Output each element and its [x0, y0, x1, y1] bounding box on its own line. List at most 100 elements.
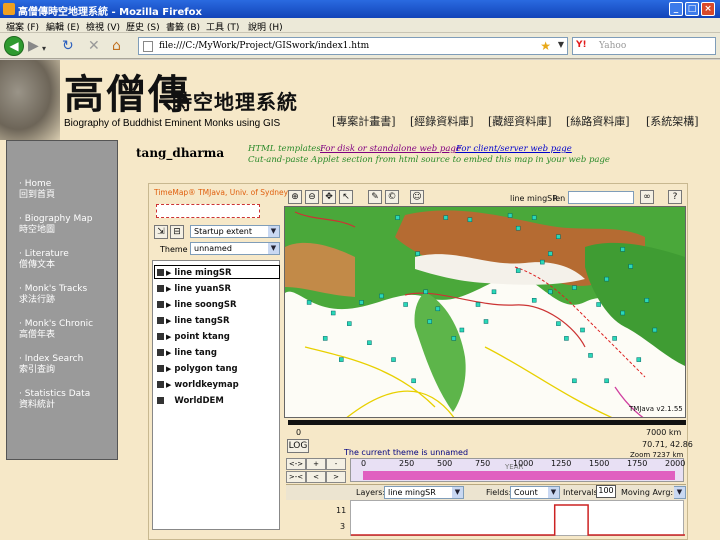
reset-icon[interactable]: ☺ — [410, 190, 424, 204]
menu-file[interactable]: 檔案 (F) — [6, 20, 39, 33]
sidebar-item-tracks[interactable]: · Monk's Tracks 求法行跡 — [19, 284, 87, 306]
pan-icon[interactable]: ✥ — [322, 190, 336, 204]
timeline-tick: 2000 — [665, 459, 686, 468]
bookmark-star-icon[interactable]: ★ — [540, 39, 551, 53]
layer-item[interactable]: ▶ worldkeymap — [157, 380, 239, 390]
menu-view[interactable]: 檢視 (V) — [86, 20, 120, 33]
site-point — [391, 357, 396, 362]
link-client-template[interactable]: For client/server web page — [456, 144, 572, 154]
site-point — [531, 215, 537, 220]
timeline-zoomin-button[interactable]: + — [306, 458, 326, 470]
layer-item[interactable]: ▶ line yuanSR — [157, 284, 231, 294]
site-point — [395, 215, 400, 220]
extent-select[interactable]: Startup extent ▼ — [190, 225, 280, 238]
yahoo-icon[interactable]: Y! — [576, 40, 587, 50]
query-icon[interactable]: ✎ — [368, 190, 382, 204]
sidebar-item-chronic[interactable]: · Monk's Chronic 高僧年表 — [19, 319, 93, 341]
url-dropdown-icon[interactable]: ▼ — [558, 40, 564, 49]
back-button[interactable]: ◀ — [4, 36, 24, 56]
site-point — [339, 357, 344, 362]
site-point — [435, 306, 441, 312]
site-point — [572, 378, 577, 384]
site-point — [604, 378, 609, 384]
zoom-out-icon[interactable]: ⊖ — [305, 190, 319, 204]
binoculars-icon[interactable]: ∞ — [640, 190, 654, 204]
home-button[interactable]: ⌂ — [112, 38, 121, 54]
site-subtitle: Biography of Buddhist Eminent Monks usin… — [64, 118, 281, 129]
extent-icon[interactable]: ⇲ — [154, 225, 168, 239]
history-dropdown-icon[interactable]: ▾ — [42, 41, 46, 57]
nav-catalog[interactable]: [經錄資料庫] — [410, 113, 474, 129]
intervals-input[interactable]: 100 — [596, 485, 616, 498]
site-point — [483, 319, 489, 324]
site-point — [556, 234, 561, 239]
menu-help[interactable]: 說明 (H) — [248, 20, 283, 33]
map-view[interactable]: TMJava v2.1.55 — [284, 206, 686, 418]
timeline-zoomout-button[interactable]: - — [326, 458, 346, 470]
help-icon[interactable]: ? — [668, 190, 682, 204]
menu-bookmarks[interactable]: 書籤 (B) — [166, 20, 200, 33]
site-point — [322, 336, 328, 341]
layer-item[interactable]: ▶WorldDEM — [157, 396, 224, 406]
sidebar-item-map[interactable]: · Biography Map 時空地圖 — [19, 214, 92, 236]
layer-panel: ▶ line mingSR ▶ line yuanSR ▶ line soongSR … — [152, 260, 280, 530]
site-point — [459, 327, 465, 333]
maximize-button[interactable]: □ — [685, 2, 699, 16]
layer-item[interactable]: ▶ line mingSR — [157, 268, 232, 278]
timeline-tick: 1000 — [513, 459, 534, 468]
layer-item[interactable]: ▶ line tang — [157, 348, 217, 358]
site-point — [531, 298, 537, 303]
url-bar[interactable]: file:///C:/MyWork/Project/GISwork/index1… — [138, 37, 568, 55]
timeline-tick: 750 — [475, 459, 491, 468]
timeline-range[interactable] — [363, 471, 675, 480]
sidebar-item-home[interactable]: · Home 回到首頁 — [19, 179, 55, 201]
theme-select[interactable]: unnamed ▼ — [190, 242, 280, 255]
site-point — [636, 357, 642, 362]
nav-project[interactable]: [專案計畫書] — [332, 113, 396, 129]
extent-set-icon[interactable]: ⊟ — [170, 225, 184, 239]
nav-canon[interactable]: [藏經資料庫] — [488, 113, 552, 129]
url-text: file:///C:/MyWork/Project/GISwork/index1… — [159, 41, 370, 51]
scale-end: 7000 km — [646, 428, 682, 437]
timeline-contract-button[interactable]: >-< — [286, 471, 306, 483]
sidebar-item-literature[interactable]: · Literature 僧傳文本 — [19, 249, 69, 271]
len-label: len — [553, 194, 566, 203]
tmjava-version: TMJava v2.1.55 — [629, 405, 683, 413]
select-arrow-icon[interactable]: ↖ — [339, 190, 353, 204]
forward-button[interactable]: ▶ — [28, 38, 39, 54]
site-point — [475, 302, 481, 307]
layers-select[interactable]: line mingSR ▼ — [384, 486, 464, 499]
search-box[interactable]: Y! Yahoo — [572, 37, 716, 55]
layer-item[interactable]: ▶ polygon tang — [157, 364, 238, 374]
nav-silkroad[interactable]: [絲路資料庫] — [566, 113, 630, 129]
layer-item[interactable]: ▶ line soongSR — [157, 300, 237, 310]
sidebar-item-index[interactable]: · Index Search 索引查詢 — [19, 354, 83, 376]
sidebar-item-statistics[interactable]: · Statistics Data 資料統計 — [19, 389, 90, 411]
site-point — [596, 302, 601, 307]
timeline-prev-button[interactable]: < — [306, 471, 326, 483]
menu-history[interactable]: 歷史 (S) — [126, 20, 160, 33]
timeline-slider[interactable]: YEAR 0 250 500 750 1000 1250 1500 1750 2000 — [350, 458, 686, 482]
layer-item[interactable]: ▶ line tangSR — [157, 316, 230, 326]
menu-edit[interactable]: 編輯 (E) — [46, 20, 80, 33]
fields-select[interactable]: Count ▼ — [510, 486, 560, 499]
len-input[interactable] — [568, 191, 634, 204]
timemap-logo — [156, 204, 260, 218]
log-button[interactable]: LOG — [287, 439, 309, 453]
zoom-in-icon[interactable]: ⊕ — [288, 190, 302, 204]
timeline-expand-button[interactable]: <-> — [286, 458, 306, 470]
histogram — [350, 500, 685, 536]
scale-bar — [288, 420, 686, 425]
reload-button[interactable]: ↻ — [62, 38, 74, 54]
minimize-button[interactable]: _ — [669, 2, 683, 16]
menu-tools[interactable]: 工具 (T) — [206, 20, 239, 33]
link-disk-template[interactable]: For disk or standalone web page — [320, 144, 461, 154]
nav-architecture[interactable]: [系統架構] — [646, 113, 699, 129]
stop-button[interactable]: ✕ — [88, 38, 100, 54]
timeline-next-button[interactable]: > — [326, 471, 346, 483]
site-point — [548, 251, 553, 256]
copyright-icon[interactable]: © — [385, 190, 399, 204]
layer-item[interactable]: ▶ point ktang — [157, 332, 230, 342]
moving-avg-select[interactable]: ▼ — [674, 486, 686, 499]
close-button[interactable]: × — [701, 2, 715, 16]
